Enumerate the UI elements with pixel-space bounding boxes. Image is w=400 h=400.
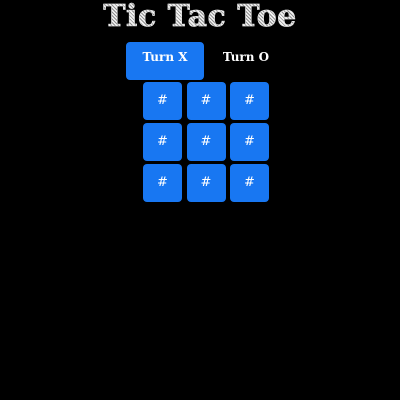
board-cell-2[interactable]: # — [186, 82, 226, 120]
turn-indicator: Turn X Turn O — [126, 42, 288, 80]
board-cell-3[interactable]: # — [230, 82, 269, 120]
app: Tic Tac Toe Turn X Turn O # # # # # # # … — [0, 0, 400, 400]
board-cell-6[interactable]: # — [230, 123, 269, 161]
game-title-text: Tic Tac Toe — [103, 0, 297, 34]
board-cell-4[interactable]: # — [143, 123, 182, 161]
turn-o-indicator: Turn O — [222, 50, 270, 64]
board-cell-1[interactable]: # — [143, 82, 182, 120]
game-title: Tic Tac Toe — [0, 0, 400, 36]
turn-x-indicator: Turn X — [126, 42, 204, 80]
game-board: # # # # # # # # # — [143, 82, 269, 202]
board-cell-5[interactable]: # — [186, 123, 226, 161]
board-cell-8[interactable]: # — [186, 164, 226, 202]
board-cell-7[interactable]: # — [143, 164, 182, 202]
board-cell-9[interactable]: # — [230, 164, 269, 202]
